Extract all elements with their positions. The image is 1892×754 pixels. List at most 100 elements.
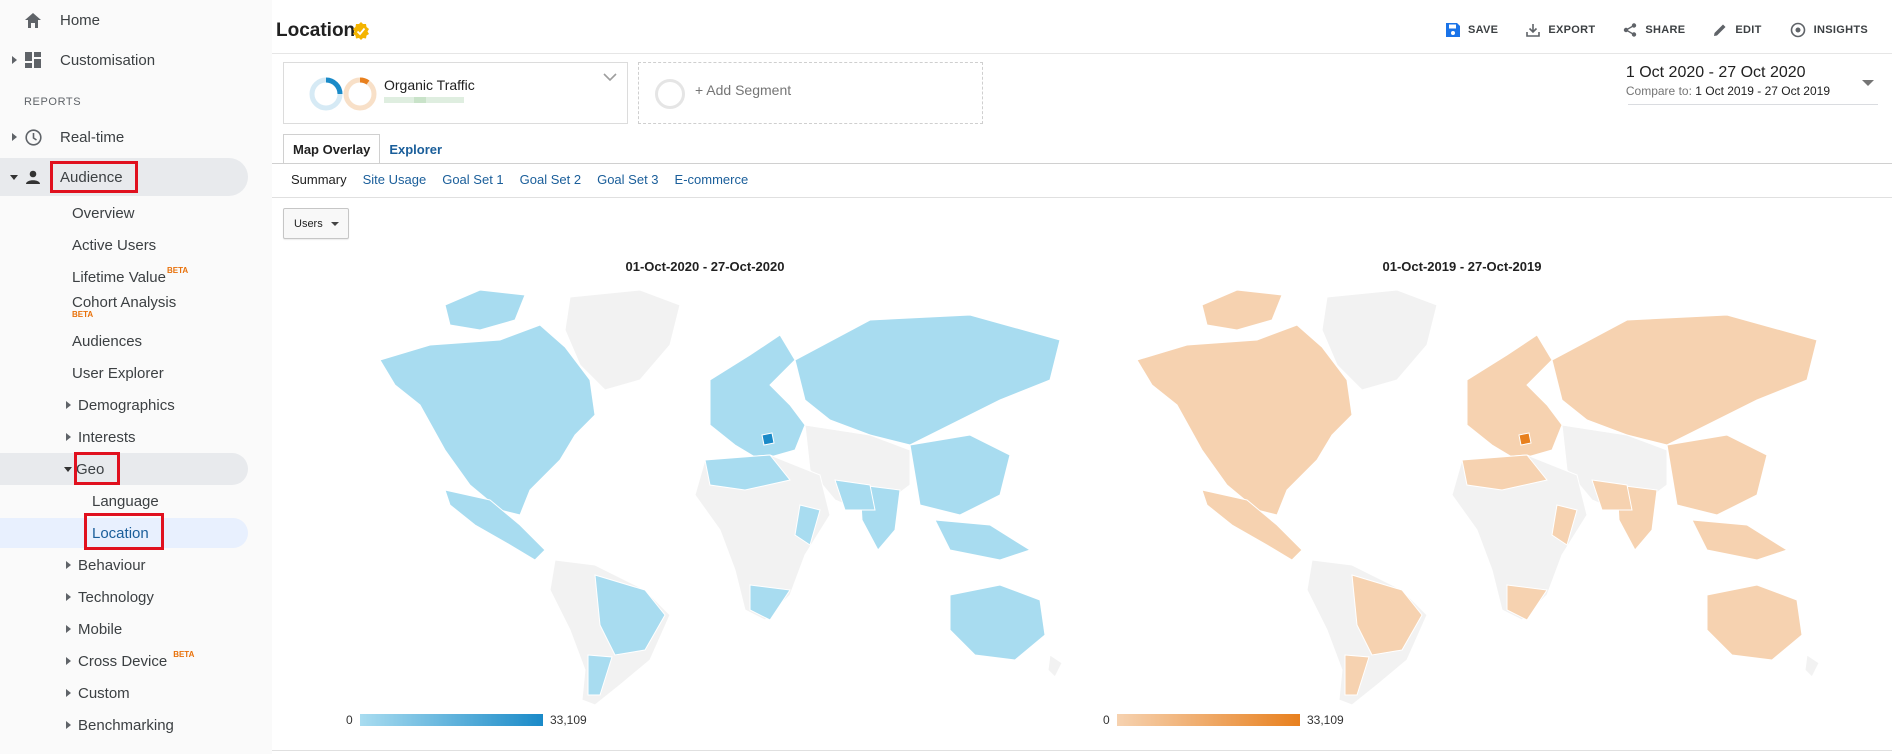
sidebar-item-home[interactable]: Home (0, 4, 272, 36)
legend-min-previous: 0 (1103, 713, 1110, 727)
map-region-china-east-asia[interactable] (909, 434, 1011, 516)
sidebar-item-demographics[interactable]: Demographics (66, 389, 175, 421)
map-region-highlight-country[interactable] (761, 432, 775, 446)
sidebar-item-customisation[interactable]: Customisation (0, 44, 272, 76)
map-region-new-zealand[interactable] (1047, 654, 1063, 678)
segment-sparkline (384, 97, 464, 103)
map-region-north-america[interactable] (379, 324, 596, 516)
beta-badge: BETA (72, 310, 94, 319)
beta-badge: BETA (166, 265, 189, 275)
home-icon (24, 11, 42, 29)
map-region-russia-asia[interactable] (794, 314, 1061, 446)
edit-button[interactable]: EDIT (1713, 22, 1761, 38)
expand-caret-icon (66, 625, 71, 633)
expand-caret-icon (66, 657, 71, 665)
world-map-current[interactable] (350, 285, 1070, 710)
subtab-goal-set-3[interactable]: Goal Set 3 (597, 172, 658, 187)
person-icon (24, 168, 42, 186)
expand-caret-icon (66, 433, 71, 441)
segment-name: Organic Traffic (384, 77, 475, 93)
map-region-canada-islands[interactable] (444, 289, 526, 331)
save-button[interactable]: SAVE (1445, 22, 1498, 38)
map-region-europe[interactable] (709, 334, 806, 461)
sidebar-item-technology[interactable]: Technology (66, 581, 154, 613)
map-region-australia[interactable] (949, 584, 1046, 661)
segment-organic-traffic[interactable]: Organic Traffic (283, 62, 628, 124)
map-region-arabia[interactable] (834, 479, 876, 511)
map-region-china-east-asia[interactable] (1666, 434, 1768, 516)
add-segment-circle-icon (655, 79, 685, 109)
share-icon (1624, 23, 1637, 37)
dropdown-caret-icon (330, 221, 339, 226)
insights-button[interactable]: INSIGHTS (1790, 22, 1868, 38)
metric-select[interactable]: Users (283, 208, 349, 239)
legend-gradient-previous (1117, 714, 1300, 726)
sidebar-item-active-users[interactable]: Active Users (72, 229, 156, 261)
legend-min-current: 0 (346, 713, 353, 727)
subtab-divider (272, 197, 1892, 198)
sidebar-item-cross-device[interactable]: Cross Device BETA (66, 645, 194, 677)
sidebar-item-mobile[interactable]: Mobile (66, 613, 122, 645)
chevron-down-icon[interactable] (603, 73, 617, 82)
beta-badge: BETA (173, 649, 195, 659)
expand-caret-icon (66, 401, 71, 409)
sidebar-item-behaviour[interactable]: Behaviour (66, 549, 146, 581)
header-actions: SAVE EXPORT SHARE EDIT INSIGHTS (1445, 22, 1868, 38)
geo-active-background (0, 453, 248, 485)
date-range-value: 1 Oct 2020 - 27 Oct 2020 (1625, 64, 1806, 81)
subtab-ecommerce[interactable]: E-commerce (675, 172, 749, 187)
add-segment-button[interactable]: + Add Segment (638, 62, 983, 124)
subtab-site-usage[interactable]: Site Usage (363, 172, 427, 187)
export-button[interactable]: EXPORT (1526, 22, 1595, 38)
date-range-picker[interactable]: 1 Oct 2020 - 27 Oct 2020 Compare to: 1 O… (1626, 64, 1830, 98)
sidebar-item-overview[interactable]: Overview (72, 197, 135, 229)
tab-divider (272, 163, 1892, 164)
map-previous-title: 01-Oct-2019 - 27-Oct-2019 (1382, 259, 1542, 274)
download-icon (1526, 24, 1541, 37)
expand-caret-icon (12, 133, 17, 141)
map-region-russia-asia[interactable] (1551, 314, 1818, 446)
subtab-goal-set-2[interactable]: Goal Set 2 (520, 172, 581, 187)
date-underline (1628, 104, 1878, 105)
tab-map-overlay[interactable]: Map Overlay (283, 134, 381, 164)
world-map-previous[interactable] (1107, 285, 1827, 710)
map-current-title: 01-Oct-2020 - 27-Oct-2020 (625, 259, 785, 274)
compare-range: Compare to: 1 Oct 2019 - 27 Oct 2019 (1625, 84, 1830, 98)
map-region-arabia[interactable] (1591, 479, 1633, 511)
sidebar-item-audiences[interactable]: Audiences (72, 325, 142, 357)
sidebar-item-custom[interactable]: Custom (66, 677, 130, 709)
sidebar-item-realtime[interactable]: Real-time (0, 121, 272, 153)
page-title: Location (276, 20, 356, 41)
collapse-caret-icon (10, 174, 18, 180)
location-highlight-box (84, 513, 164, 550)
legend-max-previous: 33,109 (1307, 713, 1344, 727)
map-region-europe[interactable] (1466, 334, 1563, 461)
map-region-southeast-asia[interactable] (1691, 519, 1789, 561)
sidebar-item-interests[interactable]: Interests (66, 421, 136, 453)
subtab-summary[interactable]: Summary (291, 172, 347, 187)
report-header: Location SAVE EXPORT SHARE EDIT INSIGHTS (272, 0, 1892, 54)
verified-badge-icon (353, 22, 369, 40)
sidebar-item-user-explorer[interactable]: User Explorer (72, 357, 164, 389)
map-region-canada-islands[interactable] (1201, 289, 1283, 331)
share-button[interactable]: SHARE (1623, 22, 1685, 38)
expand-caret-icon (66, 593, 71, 601)
pencil-icon (1714, 24, 1726, 36)
expand-caret-icon (66, 721, 71, 729)
map-region-new-zealand[interactable] (1804, 654, 1820, 678)
map-region-southeast-asia[interactable] (934, 519, 1032, 561)
expand-caret-icon (66, 561, 71, 569)
sidebar-item-benchmarking[interactable]: Benchmarking (66, 709, 174, 741)
segment-donut-icon (309, 77, 377, 111)
map-region-highlight-country[interactable] (1518, 432, 1532, 446)
map-region-australia[interactable] (1706, 584, 1803, 661)
map-region-north-america[interactable] (1136, 324, 1353, 516)
insights-icon (1790, 22, 1805, 38)
date-dropdown-caret-icon[interactable] (1862, 80, 1874, 86)
subtab-goal-set-1[interactable]: Goal Set 1 (442, 172, 503, 187)
expand-caret-icon (12, 56, 17, 64)
save-icon (1445, 23, 1460, 37)
tab-explorer[interactable]: Explorer (380, 134, 451, 164)
metric-group-tabs: Summary Site Usage Goal Set 1 Goal Set 2… (291, 172, 748, 187)
view-tabs: Map Overlay Explorer (283, 134, 451, 164)
